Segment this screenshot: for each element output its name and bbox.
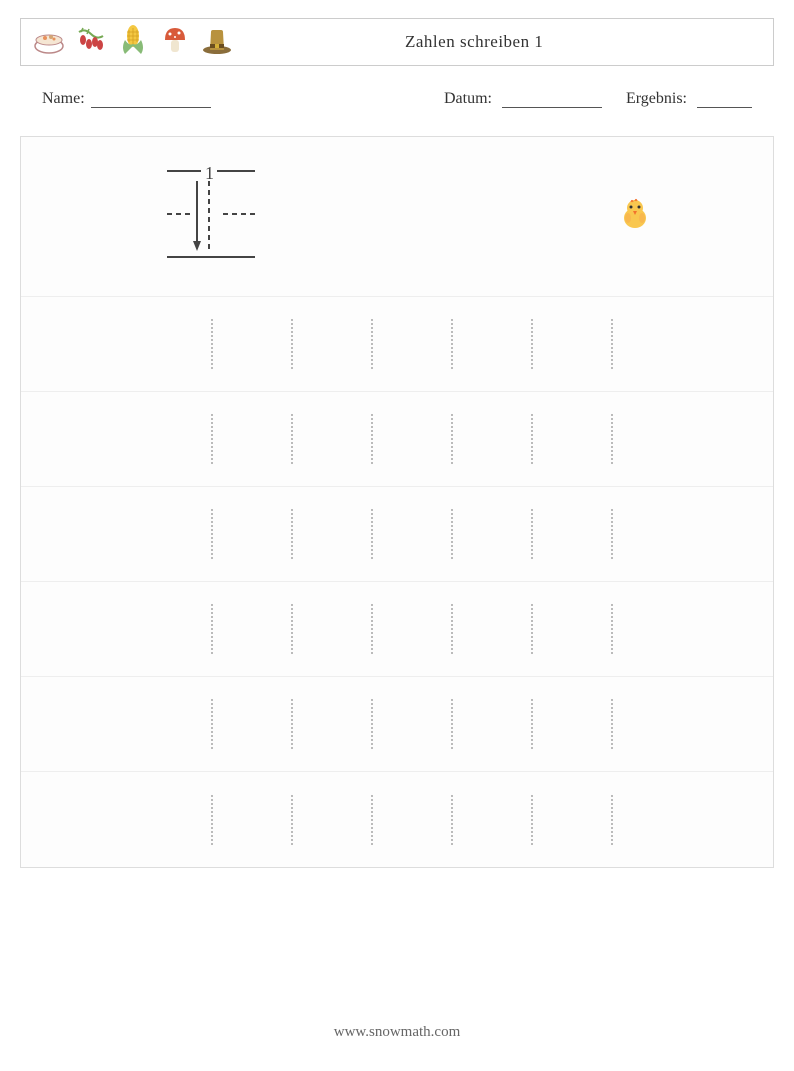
trace-one[interactable]: [211, 795, 213, 845]
result-blank[interactable]: [697, 90, 752, 108]
trace-one[interactable]: [451, 319, 453, 369]
trace-one[interactable]: [291, 509, 293, 559]
result-label: Ergebnis:: [626, 90, 687, 107]
trace-one[interactable]: [371, 699, 373, 749]
mushroom-icon: [157, 22, 193, 63]
bowl-icon: [31, 22, 67, 63]
date-blank[interactable]: [502, 90, 602, 108]
trace-one[interactable]: [371, 509, 373, 559]
info-row: Name: Datum: Ergebnis:: [42, 90, 752, 108]
trace-one[interactable]: [611, 795, 613, 845]
trace-one[interactable]: [371, 604, 373, 654]
trace-one[interactable]: [291, 604, 293, 654]
header-bar: Zahlen schreiben 1: [20, 18, 774, 66]
trace-one[interactable]: [611, 699, 613, 749]
trace-one[interactable]: [451, 699, 453, 749]
trace-one[interactable]: [371, 414, 373, 464]
practice-row: [21, 677, 773, 772]
name-blank[interactable]: [91, 90, 211, 108]
demo-number-one: 1: [161, 159, 261, 274]
corn-icon: [115, 22, 151, 63]
trace-one[interactable]: [291, 699, 293, 749]
trace-one[interactable]: [211, 414, 213, 464]
trace-one[interactable]: [531, 319, 533, 369]
worksheet-grid: 1: [20, 136, 774, 868]
demo-row: 1: [21, 137, 773, 297]
trace-one[interactable]: [611, 319, 613, 369]
trace-one[interactable]: [211, 604, 213, 654]
practice-row: [21, 772, 773, 867]
trace-one[interactable]: [211, 699, 213, 749]
trace-one[interactable]: [291, 414, 293, 464]
name-label: Name:: [42, 90, 85, 108]
trace-one[interactable]: [531, 509, 533, 559]
trace-one[interactable]: [451, 414, 453, 464]
trace-one[interactable]: [211, 319, 213, 369]
trace-one[interactable]: [371, 319, 373, 369]
trace-one[interactable]: [371, 795, 373, 845]
footer-url: www.snowmath.com: [0, 1024, 794, 1041]
trace-one[interactable]: [451, 795, 453, 845]
trace-one[interactable]: [531, 699, 533, 749]
trace-one[interactable]: [611, 604, 613, 654]
chick-icon: [617, 196, 653, 237]
header-icons: [31, 22, 235, 63]
pilgrim-hat-icon: [199, 22, 235, 63]
trace-one[interactable]: [451, 509, 453, 559]
practice-row: [21, 487, 773, 582]
trace-one[interactable]: [611, 509, 613, 559]
trace-one[interactable]: [451, 604, 453, 654]
trace-one[interactable]: [291, 319, 293, 369]
svg-text:1: 1: [205, 163, 214, 183]
practice-row: [21, 392, 773, 487]
practice-row: [21, 582, 773, 677]
trace-one[interactable]: [531, 795, 533, 845]
trace-one[interactable]: [291, 795, 293, 845]
worksheet-title: Zahlen schreiben 1: [405, 32, 543, 52]
trace-one[interactable]: [531, 604, 533, 654]
trace-one[interactable]: [211, 509, 213, 559]
trace-one[interactable]: [531, 414, 533, 464]
trace-one[interactable]: [611, 414, 613, 464]
berries-icon: [73, 22, 109, 63]
practice-row: [21, 297, 773, 392]
date-label: Datum:: [444, 90, 492, 107]
